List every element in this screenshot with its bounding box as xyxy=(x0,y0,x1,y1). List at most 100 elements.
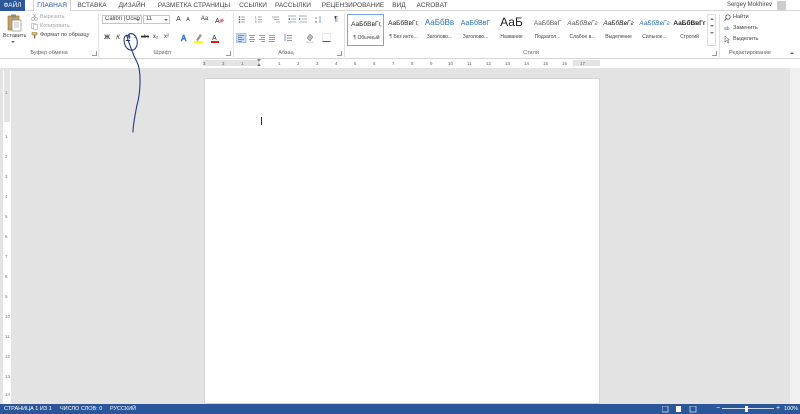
font-launcher-icon[interactable] xyxy=(226,51,231,56)
zoom-out-button[interactable]: − xyxy=(716,404,720,414)
chevron-up-icon[interactable] xyxy=(709,18,714,20)
vruler-number: 1 xyxy=(5,134,8,139)
superscript-button[interactable]: x² xyxy=(162,33,171,42)
chevron-down-icon[interactable] xyxy=(134,37,136,38)
tab-view[interactable]: ВИД xyxy=(390,0,408,11)
ruler-left-margin xyxy=(203,60,259,66)
borders-icon xyxy=(322,33,331,42)
document-page[interactable] xyxy=(204,78,600,404)
bold-button[interactable]: Ж xyxy=(103,33,111,42)
find-button[interactable]: Найти xyxy=(733,13,749,21)
font-name-select[interactable]: Calibri (Осно xyxy=(102,15,142,24)
style-normal[interactable]: АаБбВвГг, ¶ Обычный xyxy=(347,14,384,46)
shrink-font-button[interactable]: A xyxy=(184,16,192,25)
find-icon[interactable] xyxy=(724,14,731,21)
style-strong[interactable]: АаБбВвГг Строгий xyxy=(671,14,708,46)
status-page[interactable]: СТРАНИЦА 1 ИЗ 1 xyxy=(4,404,52,414)
zoom-level[interactable]: 100% xyxy=(784,404,798,414)
tab-mailings[interactable]: РАССЫЛКИ xyxy=(274,0,312,11)
tab-acrobat[interactable]: ACROBAT xyxy=(414,0,450,11)
ruler-number: 14 xyxy=(524,61,530,66)
paste-icon[interactable] xyxy=(6,14,22,32)
font-color-icon[interactable]: A xyxy=(211,33,221,43)
zoom-in-button[interactable]: + xyxy=(776,404,780,414)
replace-icon[interactable]: ab xyxy=(724,25,731,32)
status-language[interactable]: РУССКИЙ xyxy=(110,404,136,414)
style-name: Сильное... xyxy=(642,34,667,40)
tab-review[interactable]: РЕЦЕНЗИРОВАНИЕ xyxy=(318,0,388,11)
vertical-ruler[interactable]: 1 1 2 3 4 5 6 7 8 9 10 11 12 13 14 xyxy=(3,70,11,404)
styles-gallery-scroll[interactable] xyxy=(707,14,716,46)
font-size-value: 11 xyxy=(146,16,153,22)
copy-button[interactable]: Копировать xyxy=(40,22,70,30)
bullets-icon xyxy=(238,16,245,23)
zoom-slider[interactable] xyxy=(722,408,774,409)
vertical-scrollbar[interactable] xyxy=(790,68,800,404)
style-sample: АаБбВвГ xyxy=(533,20,562,27)
ruler-number: 10 xyxy=(448,61,454,66)
indent-marker-icon[interactable] xyxy=(257,59,261,67)
subscript-button[interactable]: x₂ xyxy=(151,33,160,42)
style-intense-emphasis[interactable]: АаБбВвГг Сильное... xyxy=(636,14,673,46)
status-bar: СТРАНИЦА 1 ИЗ 1 ЧИСЛО СЛОВ: 0 РУССКИЙ − … xyxy=(0,404,800,414)
user-name[interactable]: Sergey Mokhirev xyxy=(727,0,772,11)
text-effects-icon[interactable]: A xyxy=(180,33,190,43)
paragraph-launcher-icon[interactable] xyxy=(337,51,342,56)
style-sample: АаБбВвГг xyxy=(639,20,670,27)
tab-references[interactable]: ССЫЛКИ xyxy=(236,0,270,11)
ruler-number: 3 xyxy=(203,61,206,66)
italic-button[interactable]: К xyxy=(114,33,122,42)
ruler-number: 3 xyxy=(316,61,319,66)
clear-formatting-icon[interactable]: A xyxy=(215,16,224,24)
highlight-icon[interactable] xyxy=(194,33,206,43)
style-sample: АаБбВвГ xyxy=(460,20,491,27)
styles-launcher-icon[interactable] xyxy=(712,51,717,56)
chevron-down-icon[interactable] xyxy=(709,25,714,27)
style-title[interactable]: АаБ Название xyxy=(493,14,530,46)
ruler-top-margin xyxy=(4,70,10,122)
tab-insert[interactable]: ВСТАВКА xyxy=(74,0,110,11)
style-emphasis[interactable]: АаБбВвГг Выделение xyxy=(600,14,637,46)
group-label-clipboard: Буфер обмена xyxy=(30,50,68,56)
vruler-number: 14 xyxy=(5,392,11,397)
strikethrough-button[interactable]: abc xyxy=(140,33,150,42)
view-buttons xyxy=(662,406,697,413)
font-size-select[interactable]: 11 xyxy=(143,15,170,24)
tab-page-layout[interactable]: РАЗМЕТКА СТРАНИЦЫ xyxy=(154,0,234,11)
horizontal-ruler[interactable]: 3 2 1 1 2 3 4 5 6 7 8 9 10 11 12 13 14 1… xyxy=(203,59,600,67)
tab-file[interactable]: ФАЙЛ xyxy=(0,0,25,11)
avatar[interactable] xyxy=(777,1,786,10)
cut-button[interactable]: Вырезать xyxy=(40,13,64,21)
underline-button[interactable]: Ч xyxy=(124,33,132,42)
style-no-spacing[interactable]: АаБбВвГг, ¶ Без инте... xyxy=(385,14,422,46)
show-marks-button[interactable]: ¶ xyxy=(332,15,340,24)
status-word-count[interactable]: ЧИСЛО СЛОВ: 0 xyxy=(60,404,102,414)
group-divider xyxy=(98,14,99,57)
select-icon[interactable] xyxy=(724,36,731,43)
format-painter-icon[interactable] xyxy=(31,32,38,39)
more-styles-icon[interactable] xyxy=(709,32,714,34)
multilevel-list-icon xyxy=(272,16,280,23)
ruler-number: 1 xyxy=(241,61,244,66)
web-layout-icon xyxy=(689,406,697,413)
style-heading-2[interactable]: АаБбВвГ Заголово... xyxy=(457,14,494,46)
shading-icon xyxy=(306,33,314,43)
collapse-ribbon-icon[interactable] xyxy=(790,52,794,54)
format-painter-button[interactable]: Формат по образцу xyxy=(40,31,89,39)
scissors-icon[interactable] xyxy=(31,14,38,21)
ruler-number: 16 xyxy=(562,61,568,66)
clipboard-launcher-icon[interactable] xyxy=(92,51,97,56)
tab-design[interactable]: ДИЗАЙН xyxy=(114,0,150,11)
style-heading-1[interactable]: АаБбВв Заголово... xyxy=(421,14,458,46)
chevron-down-icon[interactable] xyxy=(11,41,15,43)
change-case-button[interactable]: Aa xyxy=(198,15,211,24)
copy-icon[interactable] xyxy=(31,23,38,30)
grow-font-button[interactable]: A xyxy=(174,15,183,24)
ruler-number: 8 xyxy=(411,61,414,66)
zoom-slider-thumb[interactable] xyxy=(745,406,748,412)
replace-button[interactable]: Заменить xyxy=(733,24,758,32)
style-subtle-emphasis[interactable]: АаБбВвГг Слабое в... xyxy=(564,14,601,46)
style-subtitle[interactable]: АаБбВвГ Подзагол... xyxy=(529,14,566,46)
paste-button-label[interactable]: Вставить xyxy=(3,32,26,40)
select-button[interactable]: Выделить xyxy=(733,35,758,43)
